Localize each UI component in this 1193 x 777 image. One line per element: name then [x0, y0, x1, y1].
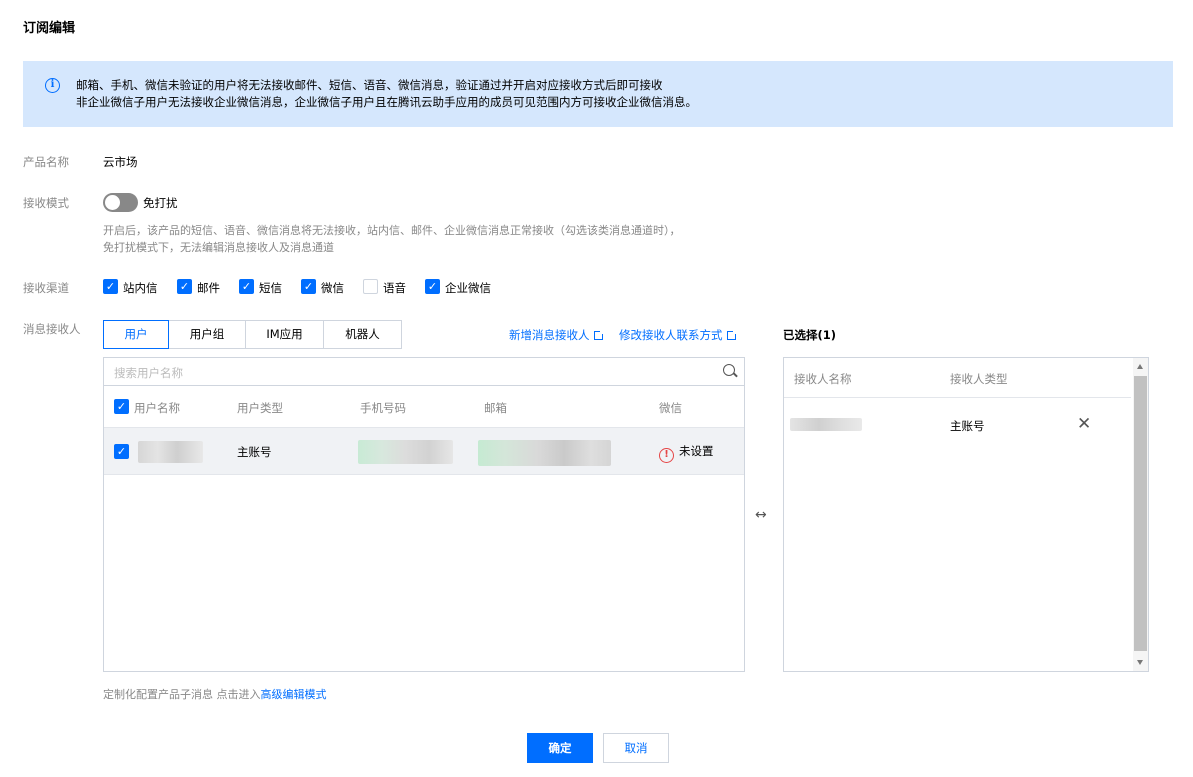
col-header-username: 用户名称 — [134, 401, 180, 415]
channel-label-sms: 短信 — [259, 281, 282, 295]
blurred-phone — [358, 440, 453, 464]
channel-label-wecom: 企业微信 — [445, 281, 491, 295]
search-input[interactable]: 搜索用户名称 — [114, 365, 183, 381]
external-link-icon — [726, 330, 737, 340]
search-icon[interactable] — [723, 364, 735, 376]
transfer-arrows-icon: ↔ — [755, 507, 767, 523]
selected-title: 已选择(1) — [783, 328, 837, 342]
select-all-checkbox[interactable]: ✓ — [114, 399, 129, 414]
col-header-user-type: 用户类型 — [237, 401, 283, 415]
channel-checkbox-site[interactable]: ✓ — [103, 279, 118, 294]
channel-checkbox-voice[interactable] — [363, 279, 378, 294]
mode-hint-line-1: 开启后，该产品的短信、语音、微信消息将无法接收，站内信、邮件、企业微信消息正常接… — [103, 224, 681, 237]
selected-panel — [783, 357, 1149, 672]
cancel-button[interactable]: 取消 — [603, 733, 669, 763]
channel-label-wechat: 微信 — [321, 281, 344, 295]
blurred-username — [138, 441, 203, 463]
modify-contact-link[interactable]: 修改接收人联系方式 — [619, 327, 737, 343]
add-recipient-link-text: 新增消息接收人 — [509, 328, 590, 342]
mode-hint-line-2: 免打扰模式下，无法编辑消息接收人及消息通道 — [103, 241, 334, 254]
recipient-tabs: 用户 用户组 IM应用 机器人 — [103, 320, 402, 349]
channel-checkbox-sms[interactable]: ✓ — [239, 279, 254, 294]
channel-label-voice: 语音 — [383, 281, 406, 295]
wechat-status-text: 未设置 — [679, 444, 714, 458]
user-search-box[interactable]: 搜索用户名称 — [103, 357, 745, 386]
advanced-edit-link[interactable]: 高级编辑模式 — [261, 688, 327, 701]
wechat-status: ! 未设置 — [659, 443, 714, 463]
add-recipient-link[interactable]: 新增消息接收人 — [509, 327, 604, 343]
receive-channel-label: 接收渠道 — [23, 281, 69, 295]
modify-contact-link-text: 修改接收人联系方式 — [619, 328, 723, 342]
warning-icon: ! — [659, 448, 674, 463]
confirm-button[interactable]: 确定 — [527, 733, 593, 763]
do-not-disturb-toggle[interactable] — [103, 193, 138, 212]
notice-line-2: 非企业微信子用户无法接收企业微信消息，企业微信子用户且在腾讯云助手应用的成员可见… — [76, 95, 697, 109]
col-header-wechat: 微信 — [659, 401, 682, 415]
selected-col-name: 接收人名称 — [794, 372, 852, 386]
selected-col-type: 接收人类型 — [950, 372, 1008, 386]
blurred-email — [478, 440, 611, 466]
selected-header-divider — [784, 397, 1131, 398]
channel-checkbox-email[interactable]: ✓ — [177, 279, 192, 294]
col-header-email: 邮箱 — [484, 401, 507, 415]
channel-checkbox-wechat[interactable]: ✓ — [301, 279, 316, 294]
product-name-value: 云市场 — [103, 155, 138, 169]
scroll-up-icon[interactable] — [1137, 364, 1143, 369]
tab-robots[interactable]: 机器人 — [324, 321, 401, 348]
info-notice: i 邮箱、手机、微信未验证的用户将无法接收邮件、短信、语音、微信消息，验证通过并… — [23, 61, 1173, 127]
product-name-label: 产品名称 — [23, 155, 69, 169]
tab-user-groups[interactable]: 用户组 — [169, 321, 246, 348]
tab-users[interactable]: 用户 — [103, 320, 169, 349]
col-header-phone: 手机号码 — [360, 401, 406, 415]
channel-label-site: 站内信 — [123, 281, 158, 295]
toggle-knob — [105, 195, 120, 210]
scrollbar[interactable] — [1133, 358, 1148, 671]
custom-config-prefix: 定制化配置产品子消息 点击进入 — [103, 688, 261, 701]
remove-close-icon[interactable]: ✕ — [1077, 414, 1091, 434]
row-user-type: 主账号 — [237, 445, 272, 459]
receive-mode-label: 接收模式 — [23, 196, 69, 210]
custom-config-text: 定制化配置产品子消息 点击进入高级编辑模式 — [103, 686, 327, 703]
scroll-thumb[interactable] — [1134, 376, 1147, 651]
channel-label-email: 邮件 — [197, 281, 220, 295]
scroll-down-icon[interactable] — [1137, 660, 1143, 665]
blurred-selected-name — [790, 418, 862, 431]
external-link-icon — [593, 330, 604, 340]
info-icon: i — [45, 78, 60, 93]
tab-im-apps[interactable]: IM应用 — [246, 321, 324, 348]
row-checkbox[interactable]: ✓ — [114, 444, 129, 459]
page-title: 订阅编辑 — [23, 21, 76, 36]
recipient-label: 消息接收人 — [23, 322, 81, 336]
notice-line-1: 邮箱、手机、微信未验证的用户将无法接收邮件、短信、语音、微信消息，验证通过并开启… — [76, 78, 663, 92]
do-not-disturb-label: 免打扰 — [143, 196, 178, 210]
channel-checkbox-wecom[interactable]: ✓ — [425, 279, 440, 294]
selected-row-type: 主账号 — [950, 419, 985, 433]
